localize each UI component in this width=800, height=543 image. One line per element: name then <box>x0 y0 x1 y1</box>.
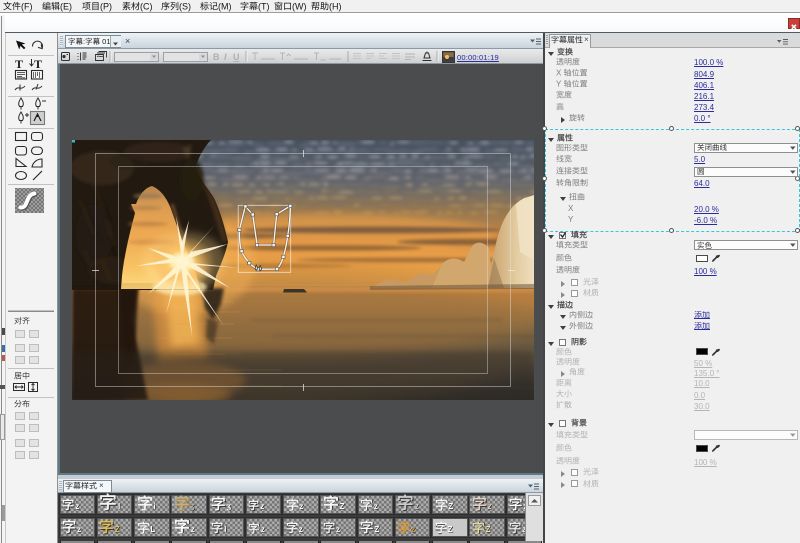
svg-text:(C): (C) <box>140 1 153 11</box>
svg-text::: : <box>83 37 85 46</box>
svg-text:(E): (E) <box>60 1 72 11</box>
svg-text:(F): (F) <box>21 1 33 11</box>
svg-text:Y: Y <box>556 80 564 89</box>
svg-text:T: T <box>15 57 23 71</box>
svg-text:(H): (H) <box>329 1 342 11</box>
svg-text:(S): (S) <box>179 1 191 11</box>
svg-text:X: X <box>556 69 564 78</box>
svg-text:I: I <box>224 52 227 62</box>
svg-text:B: B <box>213 52 220 62</box>
svg-text:(T): (T) <box>258 1 270 11</box>
svg-text:(P): (P) <box>100 1 112 11</box>
svg-text:U: U <box>233 52 240 62</box>
svg-text:(W): (W) <box>292 1 307 11</box>
svg-text:(M): (M) <box>218 1 232 11</box>
svg-text:T: T <box>34 57 42 71</box>
svg-text:01: 01 <box>100 37 110 46</box>
